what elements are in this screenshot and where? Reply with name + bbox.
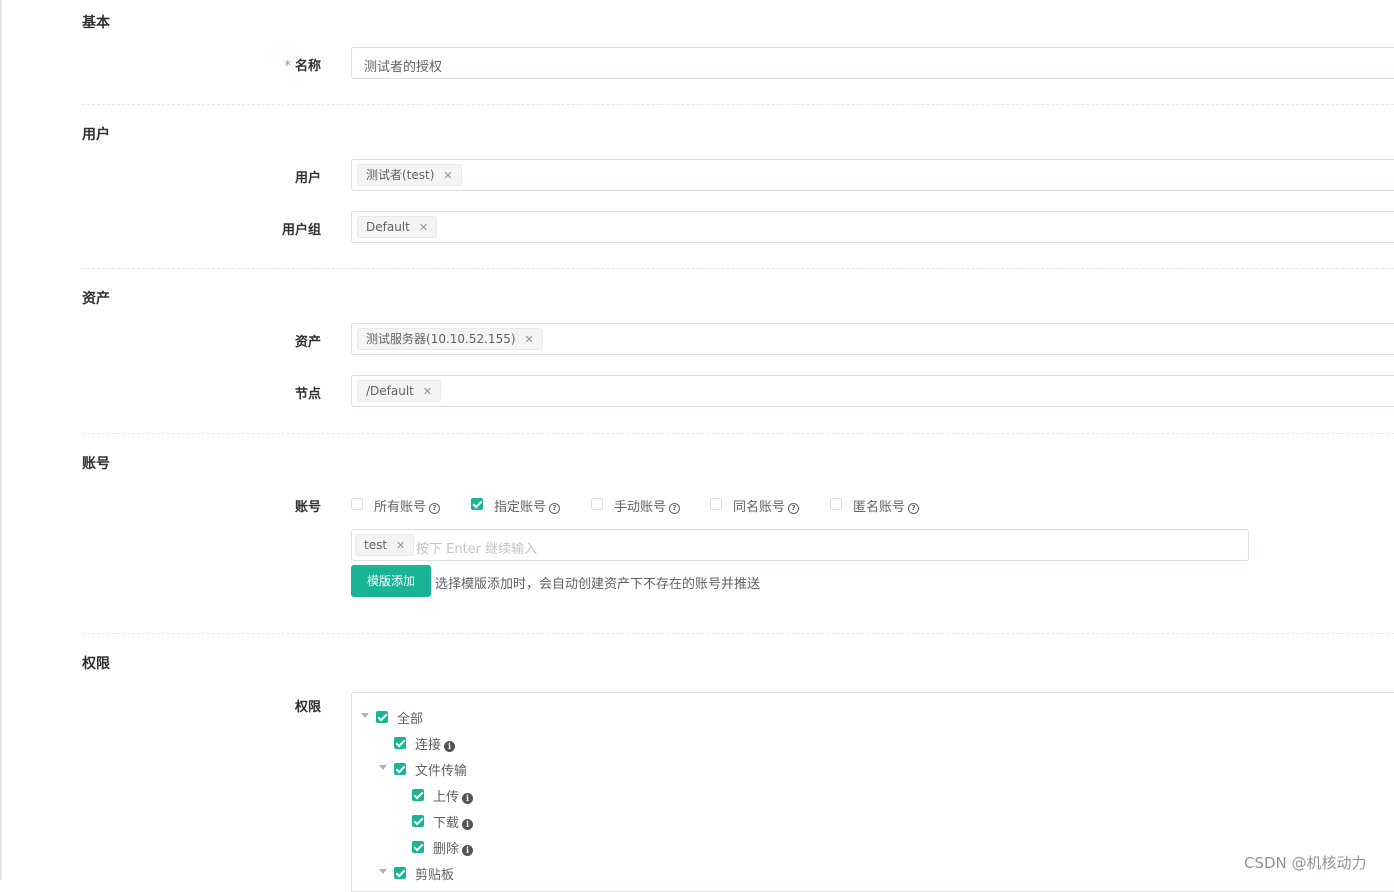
nodes-select[interactable]: /Default ✕ <box>351 375 1394 407</box>
name-input[interactable]: 测试者的授权 <box>351 47 1394 79</box>
tree-label: 剪贴板 <box>415 868 455 883</box>
tree-node-connect[interactable]: 连接 i <box>360 733 560 753</box>
nodes-label: 节点 <box>294 387 321 402</box>
tree-checkbox[interactable] <box>394 737 406 749</box>
account-option-label: 所有账号 <box>374 500 427 515</box>
template-add-button[interactable]: 模版添加 <box>351 565 431 597</box>
template-hint: 选择模版添加时，会自动创建资产下不存在的账号并推送 <box>435 577 761 592</box>
tree-checkbox[interactable] <box>412 815 424 827</box>
tree-node-delete[interactable]: 删除 i <box>360 837 560 857</box>
user-groups-select[interactable]: Default ✕ <box>351 211 1394 243</box>
tree-label-text: 删除 <box>433 842 460 857</box>
node-tag: /Default ✕ <box>357 380 442 402</box>
info-circle-icon: i <box>462 845 474 856</box>
info-circle-icon: i <box>444 741 456 752</box>
tree-checkbox[interactable] <box>394 867 406 879</box>
account-option-same-name-checkbox[interactable] <box>710 498 722 510</box>
question-circle-icon: ? <box>549 503 561 514</box>
tree-checkbox[interactable] <box>412 841 424 853</box>
close-icon[interactable]: ✕ <box>423 385 432 398</box>
info-circle-icon: i <box>462 793 474 804</box>
tree-label-text: 上传 <box>433 790 460 805</box>
close-icon[interactable]: ✕ <box>443 169 452 182</box>
name-input-value: 测试者的授权 <box>364 60 443 75</box>
account-option-label: 匿名账号 <box>853 500 906 515</box>
account-option-label: 同名账号 <box>733 500 786 515</box>
user-tag: 测试者(test) ✕ <box>357 164 462 186</box>
section-title-user: 用户 <box>82 127 110 143</box>
caret-down-icon[interactable] <box>379 765 387 770</box>
account-option-anonymous[interactable]: 匿名账号? <box>853 496 920 515</box>
users-label: 用户 <box>294 171 321 186</box>
name-label-text: 名称 <box>294 59 321 74</box>
tree-checkbox[interactable] <box>412 789 424 801</box>
question-circle-icon: ? <box>429 503 441 514</box>
account-option-label: 手动账号 <box>614 500 667 515</box>
tree-label: 删除 i <box>433 838 474 857</box>
users-select[interactable]: 测试者(test) ✕ <box>351 159 1394 191</box>
tree-node-clipboard[interactable]: 剪贴板 <box>360 863 560 883</box>
question-circle-icon: ? <box>908 503 920 514</box>
watermark: CSDN @机核动力 <box>1244 854 1367 872</box>
info-circle-icon: i <box>462 819 474 830</box>
section-divider <box>82 268 1394 269</box>
tree-label: 文件传输 <box>415 764 468 779</box>
required-mark: * <box>284 59 291 74</box>
node-tag-text: /Default <box>366 384 414 398</box>
section-title-account: 账号 <box>82 456 110 472</box>
account-input-placeholder: 按下 Enter 继续输入 <box>416 542 538 557</box>
tree-checkbox[interactable] <box>394 763 406 775</box>
tree-label-text: 连接 <box>415 738 442 753</box>
account-option-all-checkbox[interactable] <box>351 498 363 510</box>
tree-label: 连接 i <box>415 734 456 753</box>
assets-select[interactable]: 测试服务器(10.10.52.155) ✕ <box>351 323 1394 355</box>
section-divider <box>82 104 1394 105</box>
tree-label-text: 下载 <box>433 816 460 831</box>
account-option-same-name[interactable]: 同名账号? <box>733 496 800 515</box>
account-label: 账号 <box>294 500 321 515</box>
user-group-tag-text: Default <box>366 220 410 234</box>
question-circle-icon: ? <box>788 503 800 514</box>
assets-label: 资产 <box>294 335 321 350</box>
section-divider <box>82 633 1394 634</box>
tree-node-file-transfer[interactable]: 文件传输 <box>360 759 560 779</box>
account-option-manual[interactable]: 手动账号? <box>614 496 681 515</box>
permission-label: 权限 <box>294 700 321 715</box>
close-icon[interactable]: ✕ <box>525 333 534 346</box>
tree-node-all[interactable]: 全部 <box>360 707 560 727</box>
account-option-specified-checkbox[interactable] <box>471 498 483 510</box>
user-groups-label: 用户组 <box>281 223 321 238</box>
account-option-manual-checkbox[interactable] <box>591 498 603 510</box>
close-icon[interactable]: ✕ <box>396 539 405 552</box>
asset-tag: 测试服务器(10.10.52.155) ✕ <box>357 328 543 350</box>
account-tag-text: test <box>364 538 388 552</box>
tree-label: 上传 i <box>433 786 474 805</box>
question-circle-icon: ? <box>669 503 681 514</box>
section-title-permission: 权限 <box>82 656 110 672</box>
account-option-label: 指定账号 <box>494 500 547 515</box>
section-title-basic: 基本 <box>82 15 110 31</box>
page-left-border <box>0 0 2 880</box>
tree-checkbox[interactable] <box>376 711 388 723</box>
tree-node-upload[interactable]: 上传 i <box>360 785 560 805</box>
tree-node-download[interactable]: 下载 i <box>360 811 560 831</box>
account-tag: test ✕ <box>355 534 415 556</box>
asset-tag-text: 测试服务器(10.10.52.155) <box>366 332 516 346</box>
account-option-specified[interactable]: 指定账号? <box>494 496 561 515</box>
tree-label: 下载 i <box>433 812 474 831</box>
caret-down-icon[interactable] <box>379 869 387 874</box>
tree-label: 全部 <box>397 712 424 727</box>
account-tag-input[interactable]: test ✕ 按下 Enter 继续输入 <box>351 529 1249 561</box>
user-group-tag: Default ✕ <box>357 216 438 238</box>
account-option-all[interactable]: 所有账号? <box>374 496 441 515</box>
name-label: * 名称 <box>284 55 321 74</box>
account-option-anonymous-checkbox[interactable] <box>830 498 842 510</box>
section-title-asset: 资产 <box>82 291 110 307</box>
caret-down-icon[interactable] <box>361 713 369 718</box>
close-icon[interactable]: ✕ <box>419 221 428 234</box>
user-tag-text: 测试者(test) <box>366 168 435 182</box>
section-divider <box>82 433 1394 434</box>
